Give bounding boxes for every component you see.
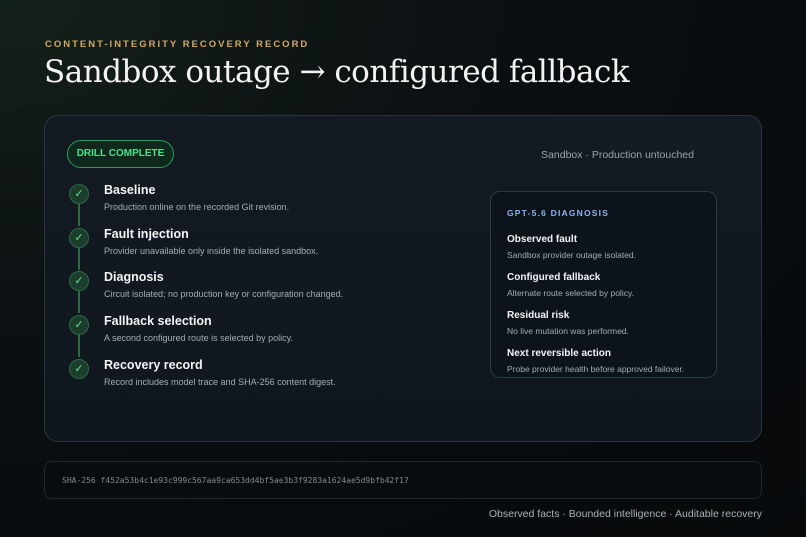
step-title: Recovery record <box>104 357 203 372</box>
check-icon: ✓ <box>69 358 89 379</box>
environment-label: Sandbox · Production untouched <box>541 149 694 161</box>
diagnosis-panel: GPT-5.6 DIAGNOSIS Observed fault Sandbox… <box>490 191 717 378</box>
hash-box: SHA-256 f452a53b4c1e93c999c567aa9ca653dd… <box>44 461 762 499</box>
footer-tagline: Observed facts · Bounded intelligence · … <box>488 508 762 520</box>
check-icon: ✓ <box>69 227 89 248</box>
diagnosis-item-title: Next reversible action <box>507 348 611 359</box>
diagnosis-item-observed-fault: Observed fault Sandbox provider outage i… <box>507 234 636 260</box>
diagnosis-item-configured-fallback: Configured fallback Alternate route sele… <box>507 272 634 298</box>
check-icon: ✓ <box>69 271 89 292</box>
check-icon: ✓ <box>69 315 89 336</box>
diagnosis-item-description: Alternate route selected by policy. <box>507 288 634 298</box>
step-title: Diagnosis <box>104 270 164 285</box>
diagnosis-item-residual-risk: Residual risk No live mutation was perfo… <box>507 310 629 336</box>
diagnosis-item-description: No live mutation was performed. <box>507 326 629 336</box>
diagnosis-item-description: Probe provider health before approved fa… <box>507 364 685 374</box>
step-description: Record includes model trace and SHA-256 … <box>104 376 336 387</box>
step-description: Production online on the recorded Git re… <box>104 202 290 212</box>
diagnosis-item-title: Configured fallback <box>507 272 601 283</box>
timeline-connector <box>78 247 80 270</box>
step-description: A second configured route is selected by… <box>104 333 293 344</box>
step-title: Fault injection <box>104 226 189 241</box>
page-title: Sandbox outage → configured fallback <box>44 54 630 90</box>
timeline-connector <box>78 335 80 358</box>
check-icon: ✓ <box>69 184 89 204</box>
diagnosis-item-description: Sandbox provider outage isolated. <box>507 250 637 260</box>
step-description: Circuit isolated; no production key or c… <box>104 289 344 300</box>
diagnosis-item-title: Observed fault <box>507 234 578 245</box>
recovery-card: DRILL COMPLETE Sandbox · Production unto… <box>44 115 762 442</box>
timeline-connector <box>78 204 80 226</box>
diagnosis-item-title: Residual risk <box>507 310 570 321</box>
timeline-connector <box>78 291 80 314</box>
step-title: Baseline <box>104 183 156 197</box>
diagnosis-heading: GPT-5.6 DIAGNOSIS <box>507 208 610 218</box>
record-eyebrow: CONTENT-INTEGRITY RECOVERY RECORD <box>45 39 310 50</box>
step-title: Fallback selection <box>104 314 212 329</box>
status-badge: DRILL COMPLETE <box>67 140 174 168</box>
diagnosis-item-next-action: Next reversible action Probe provider he… <box>507 348 684 374</box>
step-description: Provider unavailable only inside the iso… <box>104 245 319 256</box>
sha256-digest: SHA-256 f452a53b4c1e93c999c567aa9ca653dd… <box>62 476 409 485</box>
